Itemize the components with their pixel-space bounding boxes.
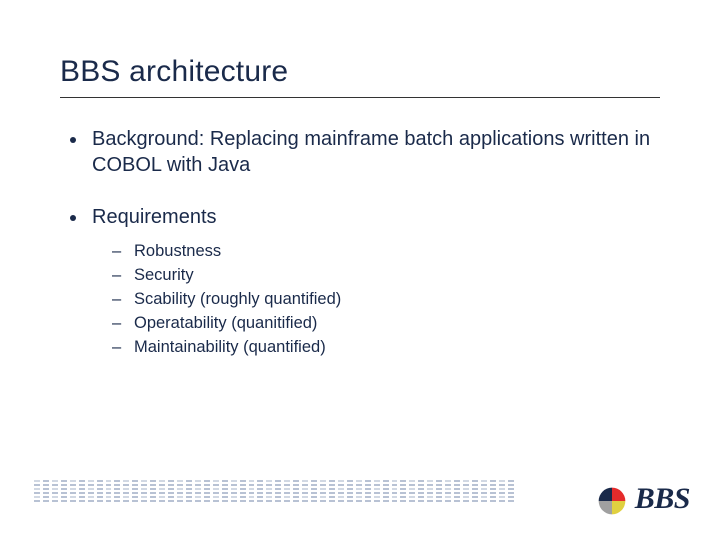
decorative-dots [34,480,514,512]
slide-footer: BBS [0,472,720,512]
title-underline [60,97,660,98]
slide: BBS architecture Background: Replacing m… [0,0,720,540]
sub-bullet-text: Operatability (quanitified) [134,314,317,332]
sub-bullet-text: Security [134,266,194,284]
bullet-text: Background: Replacing mainframe batch ap… [88,126,660,178]
sub-bullet-item: Security [112,264,660,288]
bbs-logo-text: BBS [635,482,690,516]
sub-bullet-item: Scability (roughly quantified) [112,288,660,312]
bbs-logo-icon [597,486,627,516]
bullet-text: Requirements [88,204,660,230]
sub-bullet-item: Operatability (quanitified) [112,312,660,336]
bullet-item: Background: Replacing mainframe batch ap… [88,126,660,178]
sub-bullet-text: Maintainability (quantified) [134,338,326,356]
slide-title: BBS architecture [60,55,660,89]
bbs-logo: BBS [597,482,690,516]
sub-bullet-text: Robustness [134,242,221,260]
sub-bullet-list: Robustness Security Scability (roughly q… [112,240,660,360]
sub-bullet-item: Maintainability (quantified) [112,336,660,360]
sub-bullet-text: Scability (roughly quantified) [134,290,341,308]
bullet-item: Requirements Robustness Security Scabili… [88,204,660,360]
sub-bullet-item: Robustness [112,240,660,264]
bullet-list: Background: Replacing mainframe batch ap… [60,126,660,360]
